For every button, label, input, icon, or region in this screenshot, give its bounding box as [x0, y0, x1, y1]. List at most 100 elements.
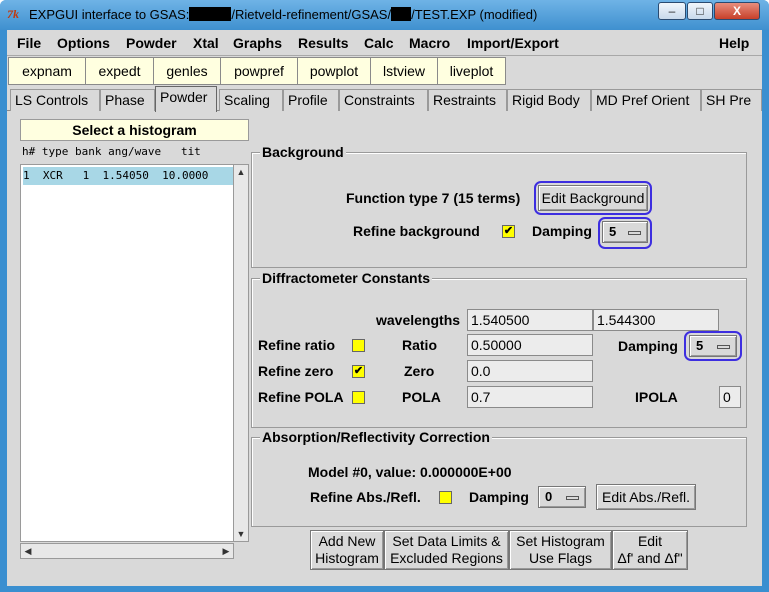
wavelength2-input[interactable]: 1.544300 [593, 309, 719, 331]
edit-delta-f-button[interactable]: Edit Δf' and Δf" [612, 530, 688, 570]
scroll-up-icon[interactable]: ▲ [234, 165, 248, 179]
histogram-column-headers: h# type bank ang/wave tit [22, 145, 201, 158]
button-line: Use Flags [528, 550, 593, 566]
button-line: Add New [318, 533, 376, 549]
absorption-damping-label: Damping [469, 489, 529, 505]
tab-ls-controls[interactable]: LS Controls [10, 89, 100, 111]
histogram-vertical-scrollbar[interactable]: ▲ ▼ [233, 164, 249, 542]
ratio-label: Ratio [402, 337, 437, 353]
pola-input[interactable]: 0.7 [467, 386, 593, 408]
app-icon: 7k [7, 7, 19, 21]
menu-help[interactable]: Help [719, 35, 749, 51]
app-window: 7k EXPGUI interface to GSAS: /Rietveld-re… [0, 0, 769, 592]
histogram-panel-title: Select a histogram [20, 119, 249, 141]
edit-background-button[interactable]: Edit Background [538, 185, 648, 211]
menu-import-export[interactable]: Import/Export [467, 35, 559, 51]
menu-bar: File Options Powder Xtal Graphs Results … [7, 30, 762, 56]
absorption-group: Absorption/Reflectivity Correction Model… [251, 429, 747, 527]
refine-zero-checkbox[interactable]: ✔ [352, 365, 365, 378]
tab-profile[interactable]: Profile [283, 89, 339, 111]
tab-constraints[interactable]: Constraints [339, 89, 428, 111]
menu-options[interactable]: Options [57, 35, 110, 51]
ratio-input[interactable]: 0.50000 [467, 334, 593, 356]
refine-background-label: Refine background [353, 223, 480, 239]
toolbar-genles-button[interactable]: genles [153, 57, 221, 85]
scroll-left-icon[interactable]: ◀ [21, 544, 35, 558]
title-path2: /TEST.EXP (modified) [411, 7, 538, 22]
button-line: Set Data Limits & [392, 533, 501, 549]
refine-absorption-checkbox[interactable] [439, 491, 452, 504]
histogram-panel: Select a histogram h# type bank ang/wave… [20, 119, 249, 572]
tab-phase[interactable]: Phase [100, 89, 155, 111]
scroll-right-icon[interactable]: ▶ [219, 544, 233, 558]
toolbar-expedt-button[interactable]: expedt [85, 57, 154, 85]
absorption-model-text: Model #0, value: 0.000000E+00 [308, 464, 512, 480]
minimize-button[interactable]: – [658, 2, 686, 20]
refine-ratio-checkbox[interactable] [352, 339, 365, 352]
option-menu-indicator-icon [566, 496, 579, 500]
ipola-input[interactable]: 0 [719, 386, 741, 408]
button-line: Set Histogram [516, 533, 605, 549]
tab-bar: LS Controls Phase Powder Scaling Profile… [7, 86, 762, 112]
wavelength1-input[interactable]: 1.540500 [467, 309, 593, 331]
tab-scaling[interactable]: Scaling [219, 89, 283, 111]
absorption-damping-select[interactable]: 0 [538, 486, 586, 508]
ipola-label: IPOLA [635, 389, 678, 405]
title-path1: /Rietveld-refinement/GSAS/ [231, 7, 392, 22]
zero-label: Zero [404, 363, 435, 379]
toolbar-powplot-button[interactable]: powplot [297, 57, 371, 85]
option-menu-indicator-icon [717, 345, 730, 349]
menu-xtal[interactable]: Xtal [193, 35, 219, 51]
menu-graphs[interactable]: Graphs [233, 35, 282, 51]
option-menu-indicator-icon [628, 231, 641, 235]
set-histogram-use-flags-button[interactable]: Set Histogram Use Flags [509, 530, 612, 570]
diffractometer-damping-value: 5 [696, 338, 704, 353]
list-item[interactable]: 1 XCR 1 1.54050 10.0000 [23, 167, 233, 185]
refine-ratio-label: Refine ratio [258, 337, 336, 353]
tab-sh-pref[interactable]: SH Pre [701, 89, 762, 111]
background-damping-value: 5 [609, 224, 617, 239]
refine-absorption-label: Refine Abs./Refl. [310, 489, 421, 505]
set-data-limits-button[interactable]: Set Data Limits & Excluded Regions [384, 530, 509, 570]
menu-powder[interactable]: Powder [126, 35, 177, 51]
diffractometer-damping-label: Damping [618, 338, 678, 354]
histogram-horizontal-scrollbar[interactable]: ◀ ▶ [20, 543, 234, 559]
menu-macro[interactable]: Macro [409, 35, 450, 51]
toolbar-liveplot-button[interactable]: liveplot [437, 57, 506, 85]
absorption-damping-value: 0 [545, 489, 553, 504]
close-button[interactable]: X [714, 2, 760, 20]
refine-zero-label: Refine zero [258, 363, 334, 379]
button-line: Δf' and Δf" [617, 550, 683, 566]
menu-file[interactable]: File [17, 35, 41, 51]
background-damping-select[interactable]: 5 [602, 221, 648, 243]
tab-md-pref-orient[interactable]: MD Pref Orient [591, 89, 701, 111]
scroll-down-icon[interactable]: ▼ [234, 527, 248, 541]
refine-background-checkbox[interactable]: ✔ [502, 225, 515, 238]
menu-results[interactable]: Results [298, 35, 349, 51]
diffractometer-group: Diffractometer Constants wavelengths 1.5… [251, 270, 747, 428]
diffractometer-damping-select[interactable]: 5 [689, 335, 737, 357]
window-title: EXPGUI interface to GSAS: /Rietveld-refin… [29, 7, 537, 22]
histogram-list[interactable]: 1 XCR 1 1.54050 10.0000 [20, 164, 234, 542]
pola-label: POLA [402, 389, 441, 405]
absorption-group-title: Absorption/Reflectivity Correction [260, 429, 492, 445]
redaction-1 [189, 7, 232, 21]
add-new-histogram-button[interactable]: Add New Histogram [310, 530, 384, 570]
wavelengths-label: wavelengths [376, 312, 461, 328]
refine-pola-checkbox[interactable] [352, 391, 365, 404]
toolbar-lstview-button[interactable]: lstview [370, 57, 438, 85]
tab-powder[interactable]: Powder [155, 86, 217, 112]
title-bar[interactable]: 7k EXPGUI interface to GSAS: /Rietveld-re… [0, 0, 769, 30]
diffractometer-group-title: Diffractometer Constants [260, 270, 433, 286]
title-prefix: EXPGUI interface to GSAS: [29, 7, 190, 22]
client-area: File Options Powder Xtal Graphs Results … [7, 30, 762, 586]
maximize-button[interactable]: □ [687, 2, 713, 20]
edit-absorption-button[interactable]: Edit Abs./Refl. [596, 484, 696, 510]
toolbar-expnam-button[interactable]: expnam [8, 57, 86, 85]
tab-rigid-body[interactable]: Rigid Body [507, 89, 591, 111]
background-group-title: Background [260, 144, 346, 160]
tab-restraints[interactable]: Restraints [428, 89, 507, 111]
menu-calc[interactable]: Calc [364, 35, 394, 51]
zero-input[interactable]: 0.0 [467, 360, 593, 382]
toolbar-powpref-button[interactable]: powpref [220, 57, 298, 85]
